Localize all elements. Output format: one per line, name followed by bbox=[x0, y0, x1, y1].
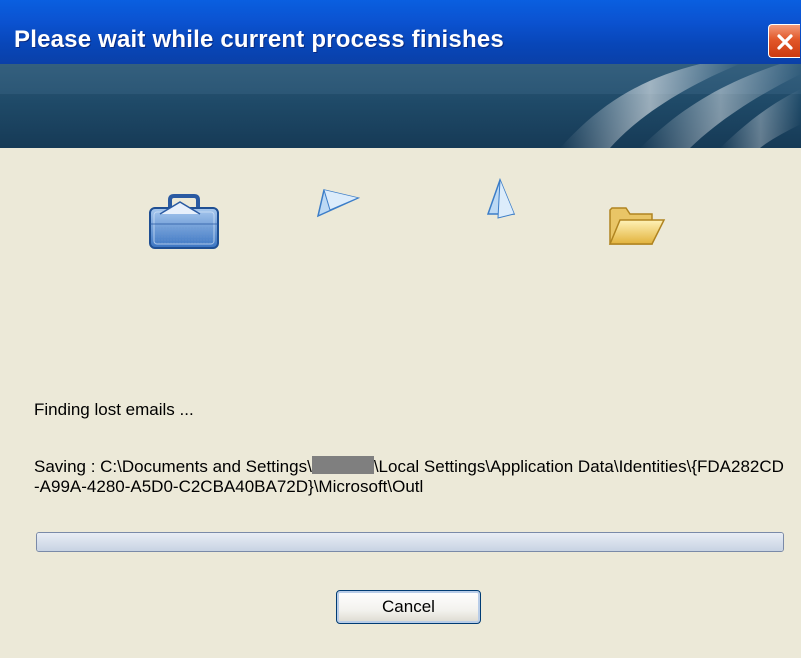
paper-airplane-icon bbox=[316, 186, 361, 225]
briefcase-icon bbox=[146, 194, 222, 257]
saving-path: Saving : C:\Documents and Settings\ \Loca… bbox=[34, 456, 784, 496]
progress-bar bbox=[36, 532, 784, 552]
title-bar[interactable]: Please wait while current process finish… bbox=[0, 0, 801, 64]
cancel-button[interactable]: Cancel bbox=[336, 590, 481, 624]
folder-icon bbox=[606, 200, 666, 255]
status-text: Finding lost emails ... bbox=[34, 400, 194, 419]
redacted-username bbox=[311, 456, 374, 474]
paper-airplane-icon bbox=[484, 177, 518, 227]
path-prefix: Saving : C:\Documents and Settings\ bbox=[34, 457, 312, 476]
progress-dialog: Please wait while current process finish… bbox=[0, 0, 801, 658]
window-title: Please wait while current process finish… bbox=[14, 26, 504, 53]
progress-fill bbox=[37, 533, 783, 551]
header-banner bbox=[0, 64, 801, 148]
close-icon bbox=[777, 34, 793, 50]
close-button[interactable] bbox=[768, 24, 800, 58]
banner-graphic bbox=[0, 64, 801, 148]
